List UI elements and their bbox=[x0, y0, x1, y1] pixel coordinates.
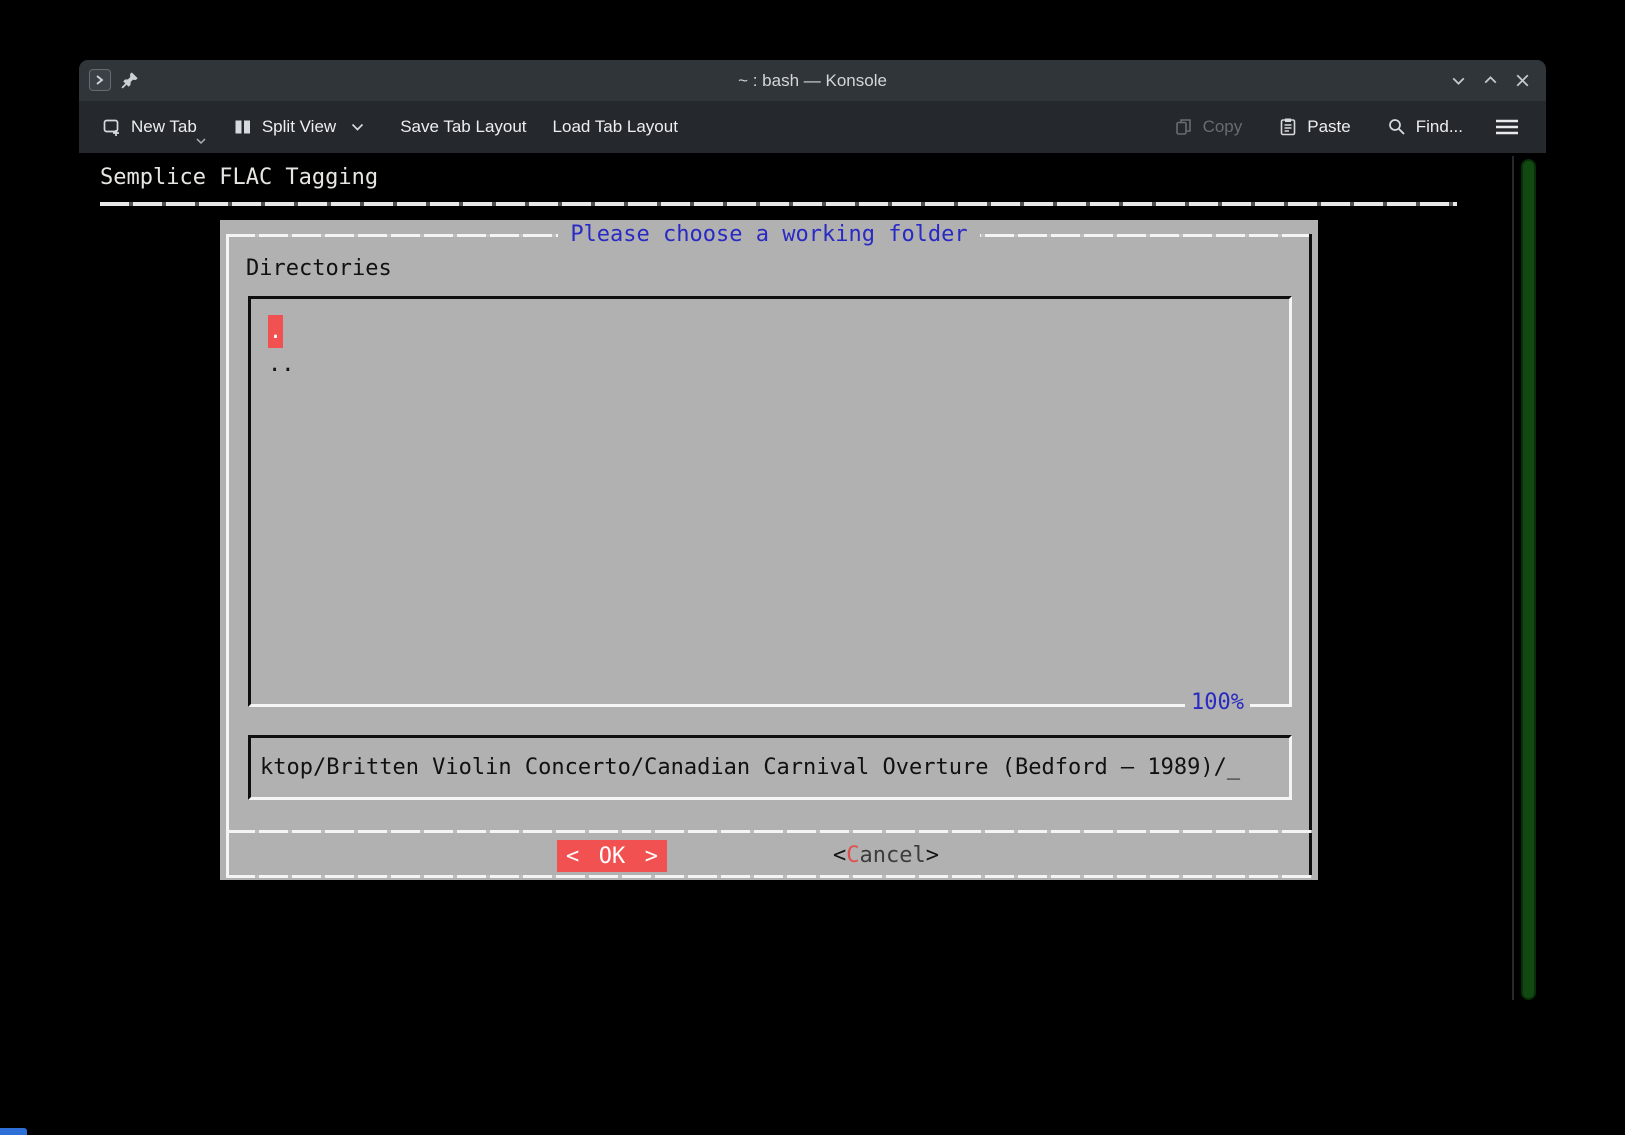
paste-icon bbox=[1278, 117, 1298, 137]
toolbar: New Tab Split View Save Tab Layout Load … bbox=[79, 101, 1546, 153]
copy-label: Copy bbox=[1202, 117, 1243, 136]
konsole-window: ~ : bash — Konsole New Tab Split View Sa… bbox=[79, 60, 1546, 1003]
paste-label: Paste bbox=[1307, 117, 1351, 136]
hamburger-menu-button[interactable] bbox=[1484, 112, 1530, 142]
cancel-hotkey: C bbox=[846, 843, 860, 868]
save-tab-layout-label: Save Tab Layout bbox=[400, 117, 527, 136]
titlebar[interactable]: ~ : bash — Konsole bbox=[79, 60, 1546, 101]
cancel-button[interactable]: <Cancel> bbox=[833, 840, 939, 872]
copy-icon bbox=[1174, 117, 1194, 137]
new-tab-icon bbox=[102, 117, 122, 137]
selected-directory[interactable]: . bbox=[268, 315, 283, 348]
cancel-bracket-left: < bbox=[833, 843, 847, 868]
terminal-scrollbar[interactable] bbox=[1521, 159, 1536, 1000]
path-input-value: ktop/Britten Violin Concerto/Canadian Ca… bbox=[260, 755, 1227, 780]
directory-entry[interactable]: .. bbox=[268, 352, 295, 377]
window-title: ~ : bash — Konsole bbox=[738, 71, 887, 90]
directory-list[interactable]: . .. bbox=[248, 296, 1292, 707]
find-button[interactable]: Find... bbox=[1376, 111, 1474, 143]
find-label: Find... bbox=[1415, 117, 1463, 136]
window-controls bbox=[1449, 60, 1532, 101]
list-item[interactable]: . bbox=[268, 315, 1289, 348]
minimize-button[interactable] bbox=[1449, 71, 1468, 90]
dialog-title: Please choose a working folder bbox=[220, 222, 1318, 248]
screen: ~ : bash — Konsole New Tab Split View Sa… bbox=[0, 0, 1625, 1135]
list-item[interactable]: .. bbox=[268, 348, 1289, 381]
app-header: Semplice FLAC Tagging bbox=[100, 165, 379, 190]
ok-button[interactable]: < OK > bbox=[557, 840, 667, 872]
text-cursor: _ bbox=[1226, 755, 1241, 780]
copy-button[interactable]: Copy bbox=[1163, 111, 1254, 143]
split-view-icon bbox=[233, 117, 253, 137]
path-input[interactable]: ktop/Britten Violin Concerto/Canadian Ca… bbox=[248, 735, 1292, 800]
search-icon bbox=[1387, 117, 1407, 137]
ok-bracket-right: > bbox=[644, 843, 658, 869]
split-view-button[interactable]: Split View bbox=[222, 111, 375, 143]
cancel-label: ancel bbox=[859, 843, 926, 868]
terminal-view[interactable]: Semplice FLAC Tagging Please choose a wo… bbox=[79, 153, 1546, 1003]
button-separator bbox=[226, 830, 1312, 833]
scroll-percentage: 100% bbox=[1185, 690, 1250, 716]
save-tab-layout-button[interactable]: Save Tab Layout bbox=[389, 111, 537, 143]
maximize-button[interactable] bbox=[1481, 71, 1500, 90]
toolbar-right: Copy Paste Find... bbox=[1163, 111, 1546, 143]
ok-bracket-left: < bbox=[566, 843, 580, 869]
hamburger-menu-icon bbox=[1495, 118, 1519, 136]
scrollbar-track-divider bbox=[1512, 156, 1514, 1000]
load-tab-layout-label: Load Tab Layout bbox=[552, 117, 678, 136]
new-tab-button[interactable]: New Tab bbox=[91, 111, 208, 145]
chevron-down-icon bbox=[196, 138, 206, 145]
dialog-border-bottom bbox=[226, 875, 1312, 878]
cancel-bracket-right: > bbox=[925, 843, 939, 868]
toolbar-left: New Tab Split View Save Tab Layout Load … bbox=[79, 111, 689, 145]
new-tab-label: New Tab bbox=[131, 117, 197, 136]
ok-label: OK bbox=[598, 843, 626, 869]
dialog-border-right bbox=[1309, 234, 1312, 878]
load-tab-layout-button[interactable]: Load Tab Layout bbox=[542, 111, 689, 143]
dialog-border-left bbox=[226, 234, 229, 878]
header-rule bbox=[100, 202, 1457, 206]
directories-label: Directories bbox=[246, 256, 392, 281]
close-button[interactable] bbox=[1513, 71, 1532, 90]
choose-folder-dialog: Please choose a working folder Directori… bbox=[220, 220, 1318, 880]
split-view-label: Split View bbox=[261, 117, 337, 136]
chevron-down-icon bbox=[351, 123, 364, 132]
taskbar-corner bbox=[0, 1128, 27, 1135]
paste-button[interactable]: Paste bbox=[1267, 111, 1361, 143]
